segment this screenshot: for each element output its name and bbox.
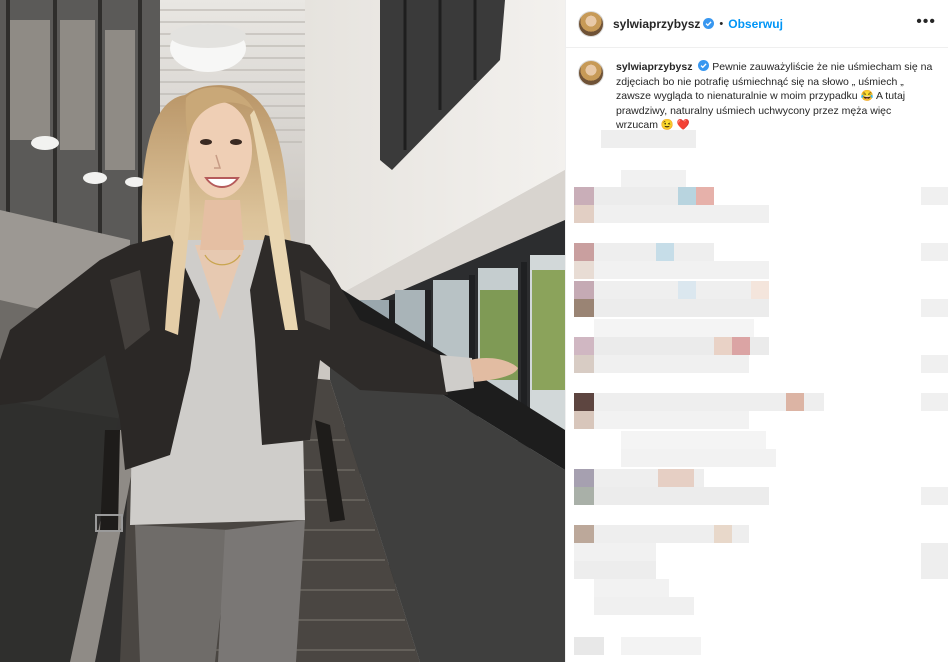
verified-badge-icon	[698, 60, 710, 71]
caption-username[interactable]: sylwiaprzybysz	[616, 61, 692, 73]
verified-badge-icon	[703, 18, 715, 29]
post-caption: sylwiaprzybysz Pewnie zauważyliście że n…	[566, 48, 948, 133]
caption-avatar[interactable]	[578, 60, 604, 86]
pixelated-comments	[566, 125, 948, 662]
avatar[interactable]	[578, 10, 604, 37]
follow-button[interactable]: Obserwuj	[728, 17, 783, 31]
photo-illustration	[0, 0, 565, 662]
post-header: sylwiaprzybysz • Obserwuj •••	[566, 0, 948, 48]
post-sidebar: sylwiaprzybysz • Obserwuj ••• sylwiaprzy…	[565, 0, 948, 662]
username-link[interactable]: sylwiaprzybysz	[613, 17, 700, 31]
caption-text: sylwiaprzybysz Pewnie zauważyliście że n…	[616, 60, 936, 133]
more-options-icon[interactable]: •••	[916, 14, 936, 30]
separator-dot: •	[719, 17, 724, 30]
post-photo	[0, 0, 565, 662]
